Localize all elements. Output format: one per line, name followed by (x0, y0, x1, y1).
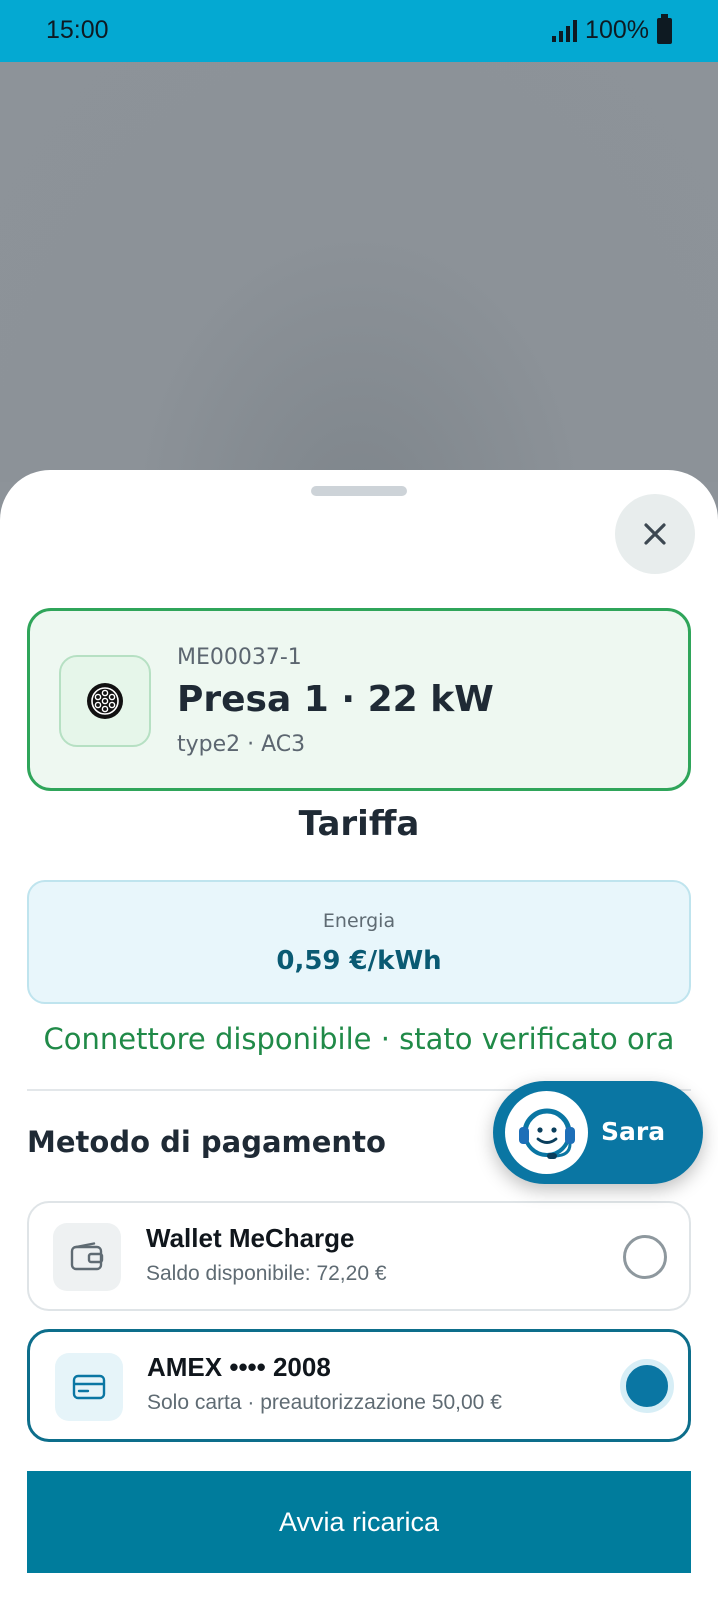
card-icon-box (55, 1353, 123, 1421)
tariff-label: Energia (322, 910, 396, 932)
payment-option-amex[interactable]: AMEX •••• 2008 Solo carta · preautorizza… (27, 1329, 691, 1442)
tariff-heading: Tariffa (298, 804, 420, 844)
start-charging-button[interactable]: Avvia ricarica (27, 1471, 691, 1573)
battery-icon (657, 13, 672, 44)
type2-plug-icon (87, 683, 123, 719)
battery-percent: 100% (585, 16, 649, 44)
connector-icon-box (59, 655, 151, 747)
wallet-icon-box (53, 1223, 121, 1291)
credit-card-icon (72, 1374, 106, 1400)
payment-option-wallet[interactable]: Wallet MeCharge Saldo disponibile: 72,20… (27, 1201, 691, 1311)
payment-heading: Metodo di pagamento (27, 1125, 386, 1159)
radio-selected[interactable] (620, 1359, 674, 1413)
wallet-icon (70, 1242, 104, 1271)
connector-id: ME00037-1 (177, 645, 302, 670)
connector-card: ME00037-1 Presa 1 · 22 kW type2 · AC3 (27, 608, 691, 791)
status-indicators: 100% (552, 13, 672, 45)
drag-handle[interactable] (311, 486, 407, 496)
dimmed-backdrop[interactable] (0, 62, 718, 482)
support-agent-icon (518, 1108, 575, 1159)
status-time: 15:00 (46, 16, 109, 44)
payment-subtitle: Saldo disponibile: 72,20 € (146, 1262, 387, 1285)
signal-icon (552, 19, 578, 42)
tariff-box: Energia 0,59 €/kWh (27, 880, 691, 1004)
status-bar: 15:00 100% (0, 0, 718, 62)
close-icon (644, 523, 666, 545)
assistant-name: Sara (601, 1117, 666, 1146)
assistant-button[interactable]: Sara (493, 1081, 703, 1184)
assistant-avatar (505, 1091, 588, 1174)
availability-status: Connettore disponibile · stato verificat… (43, 1022, 675, 1056)
radio-unselected[interactable] (623, 1235, 667, 1279)
close-button[interactable] (615, 494, 695, 574)
tariff-price: 0,59 €/kWh (276, 946, 442, 976)
connector-title: Presa 1 · 22 kW (177, 679, 494, 720)
payment-title: Wallet MeCharge (146, 1223, 355, 1253)
connector-type: type2 · AC3 (177, 732, 306, 757)
payment-subtitle: Solo carta · preautorizzazione 50,00 € (147, 1391, 502, 1414)
bottom-sheet: ME00037-1 Presa 1 · 22 kW type2 · AC3 Ta… (0, 470, 718, 1598)
payment-title: AMEX •••• 2008 (147, 1352, 331, 1382)
